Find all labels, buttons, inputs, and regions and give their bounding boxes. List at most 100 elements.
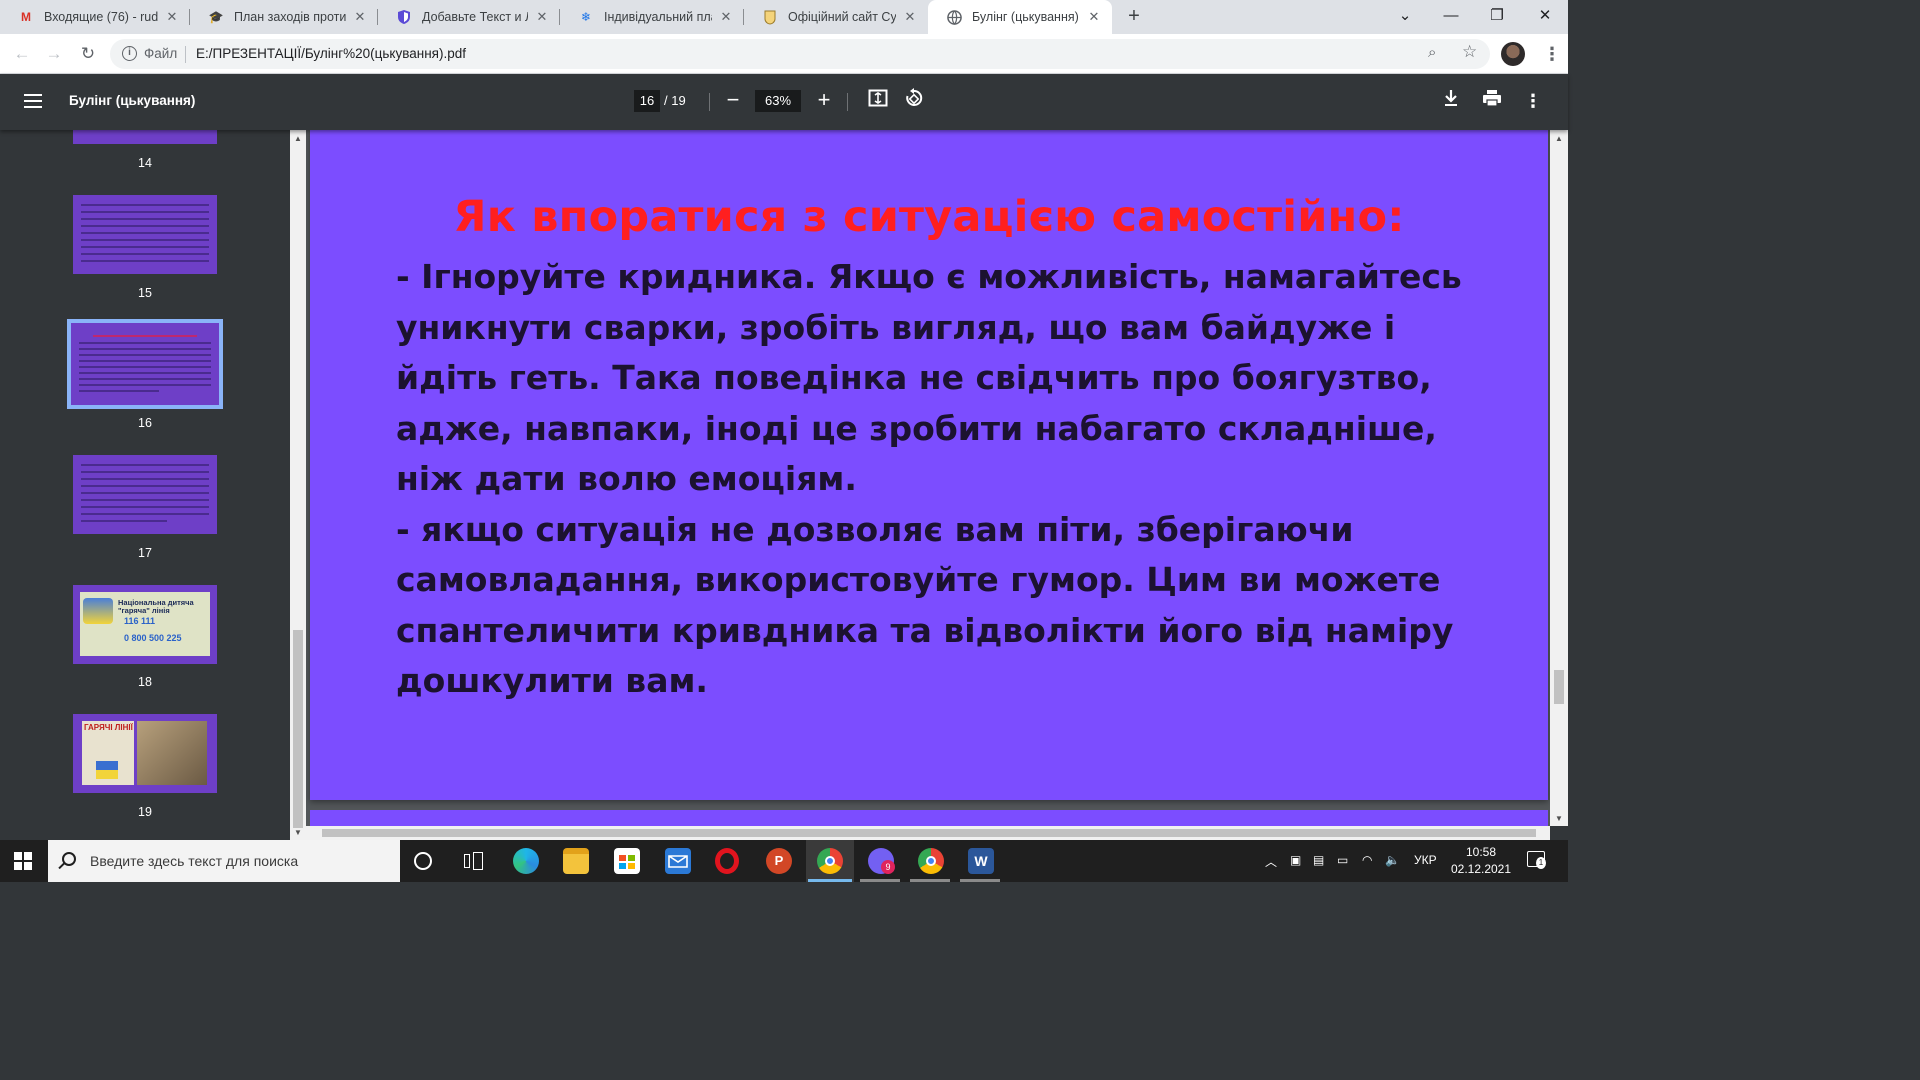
divider	[709, 93, 710, 111]
shield-icon	[396, 9, 412, 25]
tab-add-text[interactable]: Добавьте Текст и Ло ✕	[378, 0, 560, 34]
touchpad-icon[interactable]: ▤	[1313, 853, 1324, 867]
chrome-profile-icon[interactable]	[918, 848, 944, 874]
pdf-viewer[interactable]: Як впоратися з ситуацією самостійно: - І…	[306, 130, 1550, 840]
slide-paragraph: - якщо ситуація не дозволяє вам піти, зб…	[396, 509, 1454, 701]
input-language[interactable]: УКР	[1414, 853, 1437, 867]
chrome-icon[interactable]	[817, 848, 843, 874]
tab-search-chevron-icon[interactable]: ⌄	[1382, 0, 1428, 34]
tab-gmail[interactable]: M Входящие (76) - rude ✕	[0, 0, 190, 34]
thumbnail-page[interactable]: ГАРЯЧІ ЛІНІЇ	[73, 714, 217, 793]
info-icon[interactable]: i	[122, 46, 137, 61]
close-icon[interactable]: ✕	[534, 9, 550, 25]
viber-badge: 9	[881, 860, 895, 874]
edge-icon[interactable]	[513, 848, 539, 874]
print-icon[interactable]	[1479, 88, 1505, 114]
hotline-card: Національна дитяча "гаряча" лінія 116 11…	[80, 592, 210, 656]
battery-icon[interactable]: ▭	[1337, 853, 1348, 867]
profile-avatar[interactable]	[1501, 42, 1525, 66]
thumbnail-page[interactable]	[73, 195, 217, 274]
close-window-button[interactable]: ✕	[1522, 0, 1568, 34]
zoom-out-icon[interactable]: −	[720, 88, 746, 114]
download-icon[interactable]	[1438, 88, 1464, 114]
taskbar-search-box[interactable]: Введите здесь текст для поиска	[48, 840, 400, 882]
volume-icon[interactable]: 🔈	[1385, 853, 1400, 867]
reload-button[interactable]: ↻	[76, 42, 100, 66]
close-icon[interactable]: ✕	[902, 9, 918, 25]
more-options-icon[interactable]: ⋮	[1520, 88, 1546, 114]
slide-paragraph: - Ігноруйте кридника. Якщо є можливість,…	[396, 257, 1462, 498]
rotate-icon[interactable]	[901, 88, 927, 114]
thumbnail-page-number: 16	[138, 416, 152, 430]
forward-button[interactable]: →	[42, 42, 66, 66]
viewer-scrollbar-thumb[interactable]	[1554, 670, 1564, 704]
tab-title: План заходів протид	[234, 10, 346, 24]
cortana-icon[interactable]	[414, 852, 432, 870]
graduation-cap-icon: 🎓	[208, 10, 224, 24]
pdf-toolbar: Булінг (цькування) 16 / 19 − 63% + ⋮	[0, 74, 1568, 130]
close-icon[interactable]: ✕	[1086, 9, 1102, 25]
running-app-indicator	[860, 879, 900, 882]
hotline-number: 0 800 500 225	[124, 633, 182, 643]
windows-taskbar: Введите здесь текст для поиска P 9 W ︿ ▣…	[0, 840, 1568, 882]
chevron-up-icon[interactable]: ︿	[1265, 853, 1277, 870]
sidebar-scrollbar[interactable]: ▲ ▼	[290, 130, 306, 840]
close-icon[interactable]: ✕	[164, 9, 180, 25]
thumbnail-page-selected[interactable]	[67, 319, 223, 409]
tab-bullying-pdf[interactable]: Булінг (цькування) ✕	[928, 0, 1112, 34]
fit-to-page-icon[interactable]	[865, 88, 891, 114]
thumbnail-page[interactable]	[73, 130, 217, 144]
browser-menu-icon[interactable]: ⋮	[1543, 42, 1561, 66]
word-icon[interactable]: W	[968, 848, 994, 874]
snowflake-icon: ❄	[580, 10, 592, 24]
tab-title: Індивідуальний план	[604, 10, 712, 24]
tab-individual-plan[interactable]: ❄ Індивідуальний план ✕	[560, 0, 744, 34]
page-total: / 19	[664, 93, 686, 108]
hotline-caption-line: "гаряча" лінія	[118, 606, 170, 615]
task-view-icon[interactable]	[464, 852, 484, 870]
minimize-button[interactable]: —	[1428, 0, 1474, 34]
file-explorer-icon[interactable]	[563, 848, 589, 874]
scheme-label: Файл	[144, 46, 178, 61]
tab-plan[interactable]: 🎓 План заходів протид ✕	[190, 0, 378, 34]
microsoft-store-icon[interactable]	[614, 848, 640, 874]
pdf-page: Як впоратися з ситуацією самостійно: - І…	[310, 130, 1548, 800]
hamburger-menu-icon[interactable]	[24, 90, 44, 114]
windows-start-icon[interactable]	[14, 852, 32, 870]
notification-center-icon[interactable]: 1	[1527, 851, 1546, 869]
url-text[interactable]: E:/ПРЕЗЕНТАЦІЇ/Булінг%20(цькування).pdf	[196, 46, 466, 61]
opera-icon[interactable]	[715, 848, 739, 874]
browser-toolbar: ← → ↻ i Файл E:/ПРЕЗЕНТАЦІЇ/Булінг%20(ць…	[0, 34, 1568, 74]
maximize-button[interactable]: ❐	[1474, 0, 1520, 34]
page-number-input[interactable]: 16	[634, 90, 660, 112]
hotline-number: 116 111	[124, 616, 156, 626]
bookmark-star-icon[interactable]: ☆	[1462, 42, 1477, 62]
back-button[interactable]: ←	[10, 42, 34, 66]
tab-title: Булінг (цькування)	[972, 10, 1079, 24]
close-icon[interactable]: ✕	[718, 9, 734, 25]
tab-official-site[interactable]: Офіційний сайт Сумс ✕	[744, 0, 928, 34]
zoom-magnifier-icon[interactable]: ⌕	[1428, 44, 1436, 61]
mail-icon[interactable]	[665, 848, 691, 874]
powerpoint-icon[interactable]: P	[766, 848, 792, 874]
thumbnail-page[interactable]	[73, 455, 217, 534]
hotlines-poster: ГАРЯЧІ ЛІНІЇ	[82, 721, 134, 785]
address-bar[interactable]: i Файл E:/ПРЕЗЕНТАЦІЇ/Булінг%20(цькуванн…	[110, 39, 1490, 69]
viewer-scrollbar[interactable]: ▲ ▼	[1550, 130, 1568, 826]
camera-icon[interactable]: ▣	[1290, 853, 1301, 867]
thumbnail-page-number: 17	[138, 546, 152, 560]
zoom-in-icon[interactable]: +	[811, 88, 837, 114]
horizontal-scrollbar[interactable]	[306, 826, 1550, 840]
viber-icon[interactable]: 9	[868, 848, 895, 874]
wifi-icon[interactable]: ◠	[1362, 853, 1372, 867]
children-illustration-icon	[83, 598, 113, 624]
system-clock[interactable]: 10:58 02.12.2021	[1448, 844, 1514, 878]
zoom-input[interactable]: 63%	[755, 90, 801, 112]
flag-icon	[96, 761, 118, 779]
gmail-icon: M	[21, 10, 31, 24]
thumbnail-page[interactable]: Національна дитяча "гаряча" лінія 116 11…	[73, 585, 217, 664]
sidebar-scrollbar-thumb[interactable]	[293, 630, 303, 828]
new-tab-button[interactable]: +	[1122, 5, 1146, 29]
close-icon[interactable]: ✕	[352, 9, 368, 25]
horizontal-scrollbar-thumb[interactable]	[322, 829, 1536, 837]
